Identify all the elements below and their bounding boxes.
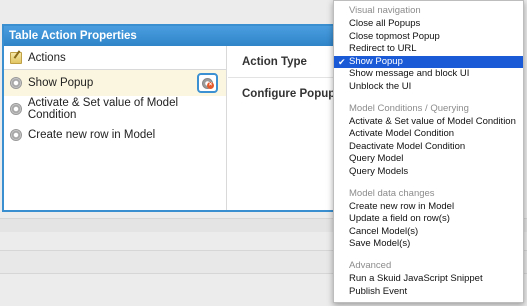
list-item-label: Show Popup <box>28 77 94 89</box>
actions-list: Actions Show Popup × Activate & Set valu… <box>4 46 227 210</box>
menu-separator <box>334 251 523 259</box>
menu-separator <box>334 179 523 187</box>
list-item-label: Create new row in Model <box>28 129 156 141</box>
menu-item[interactable]: Deactivate Model Condition <box>334 141 523 154</box>
list-item-activate-condition[interactable]: Activate & Set value of Model Condition <box>4 96 226 122</box>
actions-icon <box>10 51 22 64</box>
menu-item[interactable]: Close topmost Popup <box>334 31 523 44</box>
menu-item[interactable]: Run a Skuid JavaScript Snippet <box>334 273 523 286</box>
menu-item-label: Activate & Set value of Model Condition <box>349 115 516 127</box>
checkmark-icon: ✔ <box>338 56 346 67</box>
menu-item-label: Close all Popups <box>349 18 421 29</box>
menu-item-label: Save Model(s) <box>349 238 411 250</box>
menu-item-label: Publish Event <box>349 285 408 297</box>
menu-group-title: Advanced <box>349 259 392 271</box>
close-icon: × <box>207 82 214 89</box>
menu-item-label: Query Model <box>349 153 404 165</box>
menu-item[interactable]: Update a field on row(s) <box>334 213 523 226</box>
menu-item[interactable]: Cancel Model(s) <box>334 226 523 239</box>
menu-item[interactable]: ✔ Show Popup <box>334 55 523 69</box>
menu-item[interactable]: Unblock the UI <box>334 81 523 94</box>
menu-item[interactable]: Create new row in Model <box>334 201 523 214</box>
menu-item-label: Redirect to URL <box>349 43 417 55</box>
menu-item-label: Deactivate Model Condition <box>349 140 466 152</box>
gear-icon <box>10 77 22 89</box>
menu-item-label: Create new row in Model <box>349 200 455 212</box>
menu-item-label: Show message and block UI <box>349 68 470 80</box>
menu-item[interactable]: Activate & Set value of Model Condition <box>334 116 523 129</box>
action-type-dropdown-menu[interactable]: Visual navigation Close all Popups Close t… <box>333 0 524 303</box>
menu-group-title: Model Conditions / Querying <box>349 102 469 114</box>
list-item-show-popup[interactable]: Show Popup × <box>4 70 226 96</box>
menu-item[interactable]: Redirect to URL <box>334 43 523 56</box>
menu-group-title: Model data changes <box>349 187 435 199</box>
menu-separator <box>334 94 523 102</box>
menu-item[interactable]: Close all Popups <box>334 18 523 31</box>
menu-item-label: Run a Skuid JavaScript Snippet <box>349 272 483 284</box>
gear-icon <box>10 103 22 115</box>
actions-list-header: Actions <box>4 46 226 70</box>
gear-icon <box>10 129 22 141</box>
menu-item[interactable]: Publish Event <box>334 286 523 299</box>
menu-group-title: Visual navigation <box>349 5 421 16</box>
menu-item-label: Cancel Model(s) <box>349 225 419 237</box>
menu-item-label: Close topmost Popup <box>349 30 440 42</box>
menu-item[interactable]: Save Model(s) <box>334 238 523 251</box>
menu-item[interactable]: Show message and block UI <box>334 68 523 81</box>
menu-item-label: Update a field on row(s) <box>349 213 450 225</box>
actions-header-label: Actions <box>28 51 66 64</box>
menu-item-label: Show Popup <box>349 55 403 67</box>
menu-item[interactable]: Query Models <box>334 166 523 179</box>
menu-item-label: Unblock the UI <box>349 80 412 92</box>
menu-item-label: Activate Model Condition <box>349 128 455 140</box>
menu-item[interactable]: Query Model <box>334 153 523 166</box>
remove-action-button[interactable]: × <box>197 73 218 93</box>
menu-item-label: Query Models <box>349 165 409 177</box>
list-item-create-row[interactable]: Create new row in Model <box>4 122 226 148</box>
menu-item[interactable]: Activate Model Condition <box>334 128 523 141</box>
list-item-label: Activate & Set value of Model Condition <box>27 97 179 121</box>
